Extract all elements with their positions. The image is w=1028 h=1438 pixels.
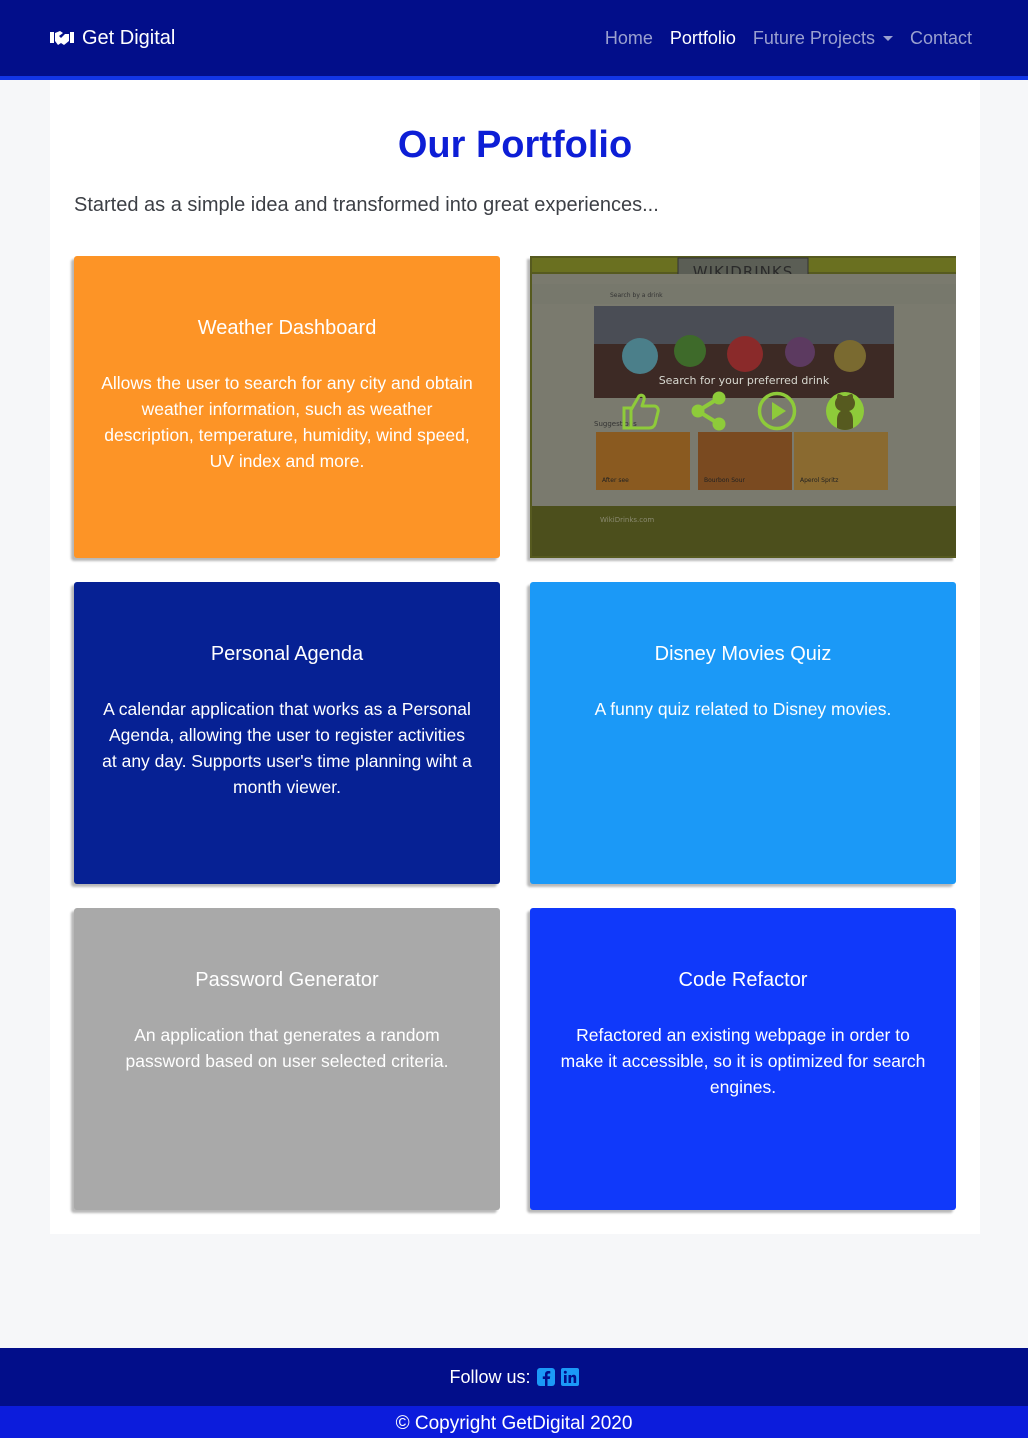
footer-copyright: © Copyright GetDigital 2020 xyxy=(0,1406,1028,1438)
project-card-weather-dashboard[interactable]: Weather Dashboard Allows the user to sea… xyxy=(74,256,500,558)
page-subtitle: Started as a simple idea and transformed… xyxy=(74,194,659,216)
caret-down-icon xyxy=(882,36,893,42)
project-card-code-refactor[interactable]: Code Refactor Refactored an existing web… xyxy=(530,908,956,1210)
github-icon[interactable] xyxy=(824,390,866,432)
nav-contact[interactable]: Contact xyxy=(910,28,972,49)
project-card-disney-movies-quiz[interactable]: Disney Movies Quiz A funny quiz related … xyxy=(530,582,956,884)
preview-footer-brand: WikiDrinks.com xyxy=(600,516,654,524)
card-text: A funny quiz related to Disney movies. xyxy=(594,699,892,719)
card-title: Weather Dashboard xyxy=(197,317,377,339)
preview-item-1: After see xyxy=(602,477,629,484)
facebook-icon[interactable] xyxy=(536,1368,555,1386)
copyright-text: © Copyright GetDigital 2020 xyxy=(395,1413,633,1434)
preview-overlay-icons xyxy=(620,388,870,434)
nav-portfolio[interactable]: Portfolio xyxy=(670,28,736,49)
card-text: Allows the user to search for any city a… xyxy=(101,373,473,471)
project-card-personal-agenda[interactable]: Personal Agenda A calendar application t… xyxy=(74,582,500,884)
preview-hero-text: Search for your preferred drink xyxy=(659,374,830,387)
nav-links: Home Portfolio Future Projects Contact xyxy=(605,24,972,52)
handshake-icon xyxy=(50,29,74,47)
page-title: Our Portfolio xyxy=(397,124,633,166)
card-title: Password Generator xyxy=(195,969,379,991)
project-card-password-generator[interactable]: Password Generator An application that g… xyxy=(74,908,500,1210)
share-icon[interactable] xyxy=(688,390,730,432)
preview-search-placeholder: Search by a drink xyxy=(610,292,663,299)
nav-future-projects-dropdown[interactable]: Future Projects xyxy=(753,28,893,49)
card-text: A calendar application that works as a P… xyxy=(102,699,472,797)
card-title: Code Refactor xyxy=(678,969,808,991)
play-icon[interactable] xyxy=(756,390,798,432)
brand-link[interactable]: Get Digital xyxy=(50,24,175,52)
preview-item-3: Aperol Spritz xyxy=(800,477,838,484)
nav-home[interactable]: Home xyxy=(605,28,653,49)
navbar: Get Digital Home Portfolio Future Projec… xyxy=(0,0,1028,80)
project-card-wikidrinks-preview[interactable]: WIKIDRINKS Search by a drink Search for … xyxy=(530,256,956,558)
brand-name: Get Digital xyxy=(82,26,176,49)
linkedin-icon[interactable] xyxy=(560,1368,579,1386)
card-text: An application that generates a random p… xyxy=(125,1025,449,1071)
card-title: Disney Movies Quiz xyxy=(654,643,832,665)
nav-future-projects-label: Future Projects xyxy=(752,27,875,48)
follow-label: Follow us: xyxy=(449,1366,531,1387)
thumbs-up-icon[interactable] xyxy=(620,390,662,432)
portfolio-container: Our Portfolio Started as a simple idea a… xyxy=(50,80,980,1234)
card-text: Refactored an existing webpage in order … xyxy=(560,1025,926,1097)
card-title: Personal Agenda xyxy=(210,643,364,665)
footer-follow: Follow us: xyxy=(0,1348,1028,1406)
preview-item-2: Bourbon Sour xyxy=(704,477,746,484)
